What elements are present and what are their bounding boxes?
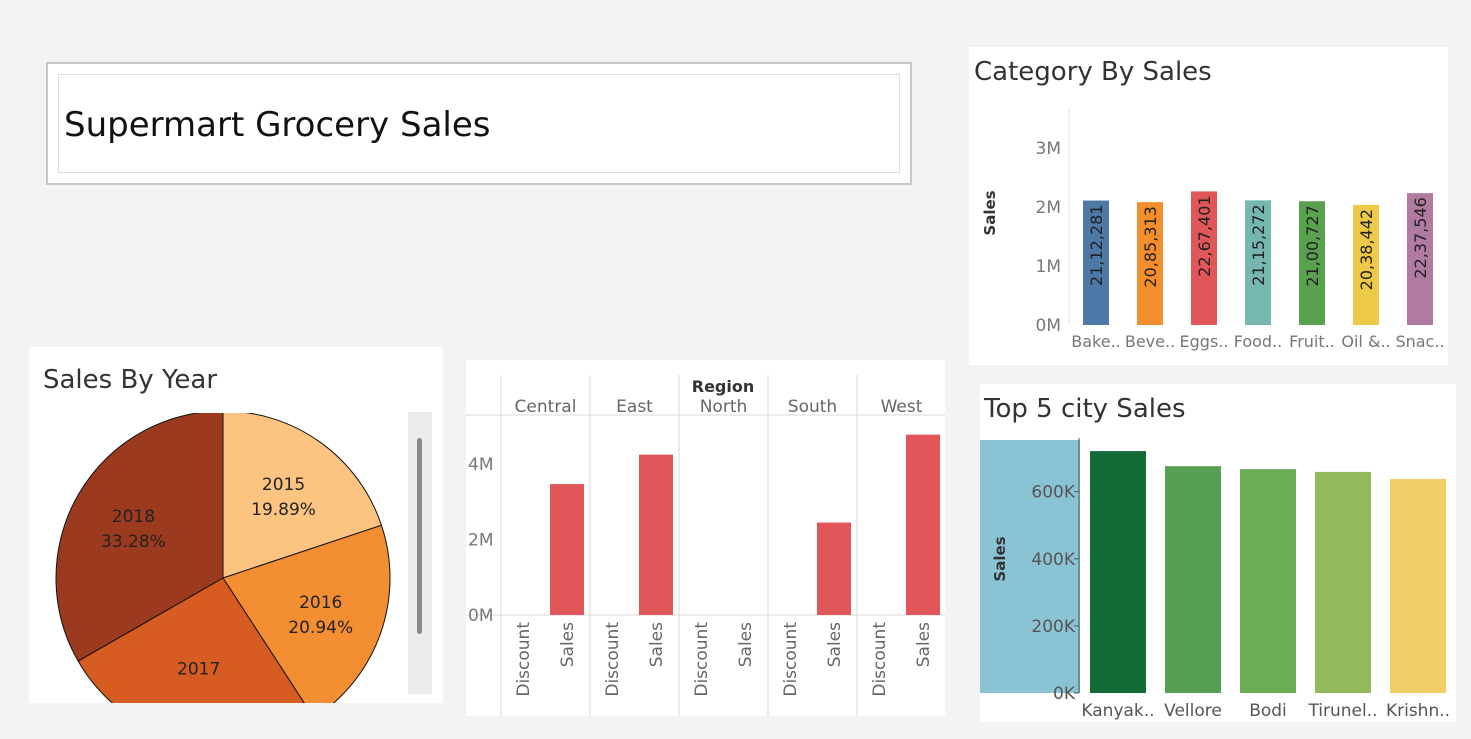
x-tick-label: Krishn.. [1386, 701, 1450, 721]
data-label: 20,38,442 [1357, 209, 1376, 290]
data-label: 20,85,313 [1141, 206, 1160, 287]
sales-by-year-title: Sales By Year [43, 365, 218, 395]
bar [1315, 471, 1371, 693]
facet-label: East [616, 397, 653, 417]
y-tick-label: 2M [1036, 198, 1061, 218]
dashboard-title-inner: Supermart Grocery Sales [58, 74, 900, 173]
x-tick-label: Oil &.. [1341, 332, 1390, 351]
y-tick-label: 0M [1036, 316, 1061, 336]
slice-percent-label: 20.94% [288, 618, 353, 638]
x-tick-label: Beve.. [1125, 332, 1175, 351]
y-tick-label: 4M [468, 455, 493, 475]
y-tick-label: 1M [1036, 257, 1061, 277]
x-tick-label: Sales [914, 622, 934, 667]
sales-by-year-chart: 2015 19.89% 2016 20.94% 2017 2018 33.28% [55, 413, 391, 703]
slice-percent-label: 19.89% [251, 500, 316, 520]
x-tick-label: Snac.. [1395, 332, 1444, 351]
x-tick-label: Vellore [1164, 701, 1222, 721]
dashboard-title-box: Supermart Grocery Sales [46, 62, 912, 185]
data-label: 22,37,546 [1411, 197, 1430, 278]
slice-percent-label: 33.28% [101, 532, 166, 552]
data-label: 21,15,272 [1249, 204, 1268, 285]
data-label: 21,12,281 [1087, 205, 1106, 286]
region-sales-panel: Region 0M 2M 4M Central Discount Sales East Disc… [466, 360, 945, 716]
top-city-sales-chart: Sales 0K 200K 400K 600K Kanyak.. Vellore Bodi Ti… [980, 438, 1450, 721]
x-tick-label: Discount [692, 622, 712, 697]
bar [906, 434, 940, 615]
y-tick-label: 600K [1031, 483, 1075, 503]
region-sales-chart: Region 0M 2M 4M Central Discount Sales East Disc… [466, 375, 945, 716]
x-tick-label: Kanyak.. [1081, 701, 1154, 721]
x-tick-label: Discount [781, 622, 801, 697]
x-tick-label: Sales [825, 622, 845, 667]
bar [1240, 469, 1296, 693]
category-sales-panel: Category By Sales Sales 0M 1M 2M 3M 21,12,281… [969, 47, 1448, 365]
data-label: 21,00,727 [1303, 205, 1322, 286]
x-tick-label: Food.. [1234, 332, 1283, 351]
y-axis-title: Sales [991, 536, 1009, 581]
x-tick-label: Discount [870, 622, 890, 697]
dashboard-title: Supermart Grocery Sales [64, 105, 491, 145]
bar [1090, 451, 1146, 693]
x-tick-label: Sales [647, 622, 667, 667]
slice-category-label: 2018 [112, 507, 155, 527]
category-sales-chart: Sales 0M 1M 2M 3M 21,12,281 Bake.. 20,85,313 Bev… [981, 107, 1445, 351]
sales-by-year-panel: Sales By Year 2015 19.89% 2016 20.94% 2017 20… [29, 347, 443, 703]
facet-label: Central [515, 397, 577, 417]
facet-label: West [881, 397, 923, 417]
data-label: 22,67,401 [1195, 195, 1214, 276]
scrollbar-thumb[interactable] [417, 438, 422, 634]
vertical-scrollbar[interactable] [408, 412, 432, 694]
facet-label: South [788, 397, 837, 417]
y-axis-title: Sales [981, 190, 999, 235]
y-tick-label: 400K [1031, 550, 1075, 570]
y-tick-label: 0K [1053, 684, 1076, 704]
x-tick-label: Discount [514, 622, 534, 697]
x-tick-label: Eggs.. [1180, 332, 1229, 351]
x-tick-label: Discount [603, 622, 623, 697]
x-tick-label: Sales [558, 622, 578, 667]
y-tick-label: 0M [468, 606, 493, 626]
y-tick-label: 200K [1031, 617, 1075, 637]
slice-category-label: 2017 [177, 660, 220, 680]
y-tick-label: 3M [1036, 139, 1061, 159]
column-header: Region [692, 377, 755, 396]
x-tick-label: Fruit.. [1289, 332, 1335, 351]
slice-category-label: 2015 [262, 475, 305, 495]
x-tick-label: Sales [736, 622, 756, 667]
bar [550, 484, 584, 615]
x-tick-label: Tirunel.. [1307, 701, 1377, 721]
top-city-sales-panel: Top 5 city Sales Sales 0K 200K 400K 600K Kany… [980, 384, 1456, 722]
facet-label: North [700, 397, 748, 417]
slice-category-label: 2016 [299, 593, 342, 613]
bar [1390, 478, 1446, 693]
bar [817, 522, 851, 615]
x-tick-label: Bodi [1249, 701, 1287, 721]
x-tick-label: Bake.. [1071, 332, 1121, 351]
bar [1165, 466, 1221, 693]
bar [639, 454, 673, 615]
y-tick-label: 2M [468, 531, 493, 551]
